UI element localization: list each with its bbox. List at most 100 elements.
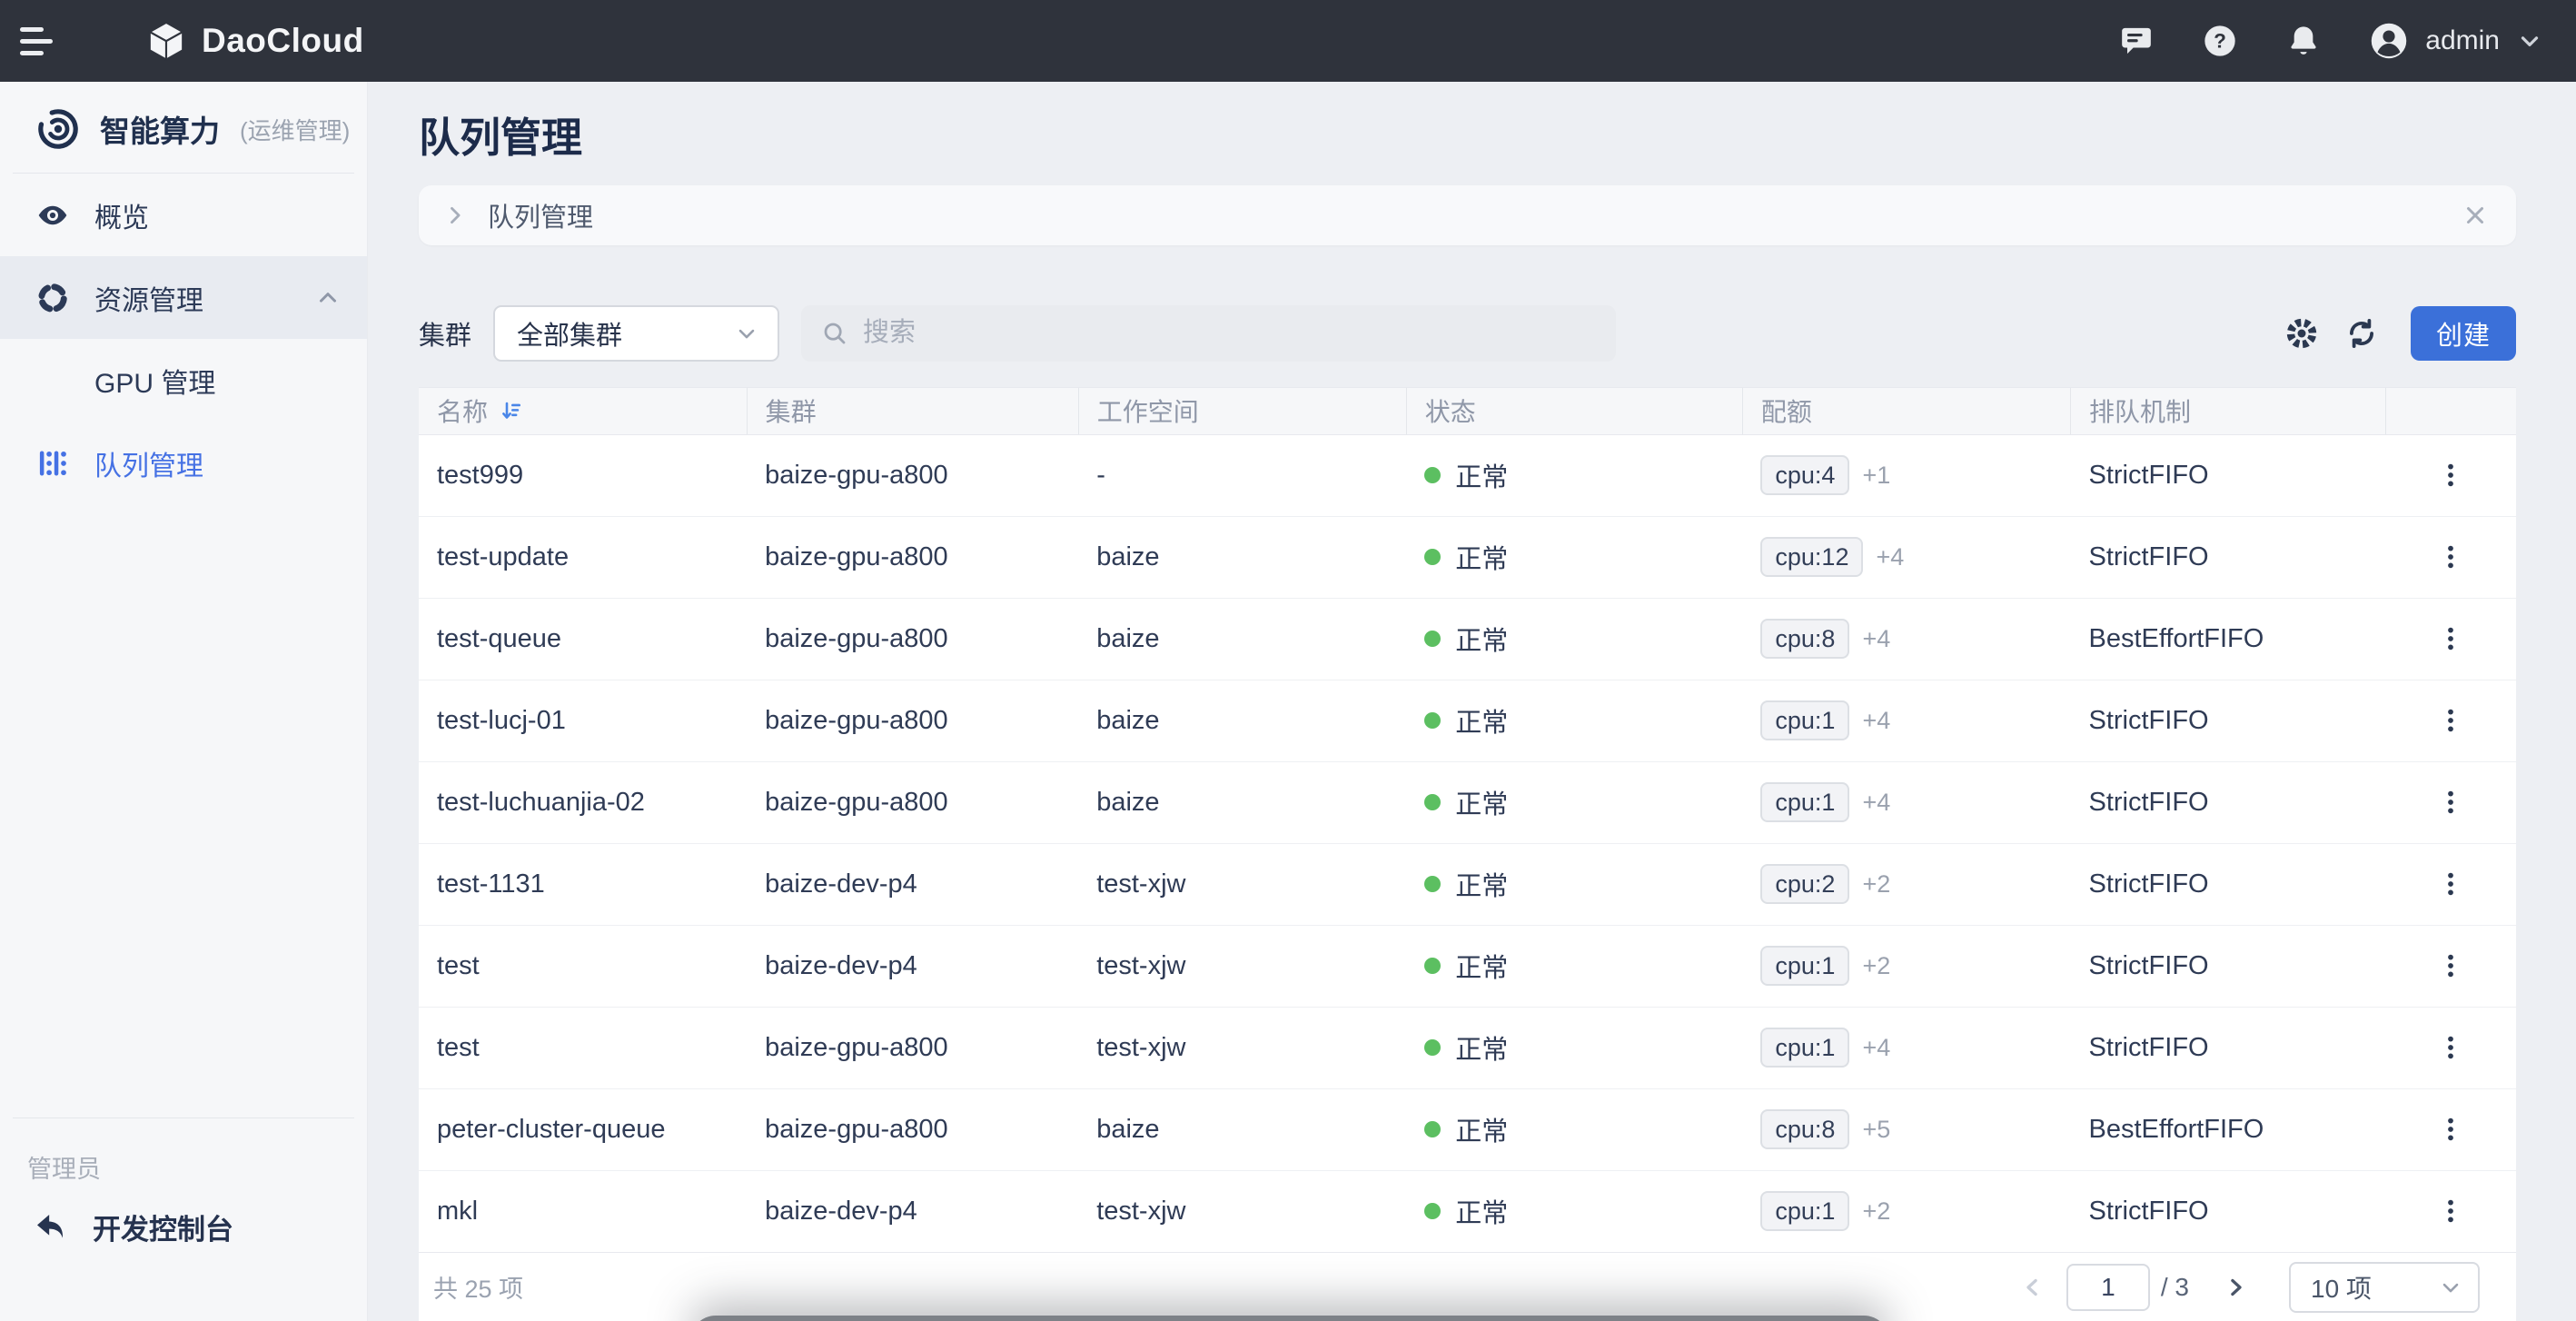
page-number-input[interactable] <box>2066 1264 2150 1311</box>
queue-name: peter-cluster-queue <box>419 1088 747 1170</box>
status-dot <box>1424 631 1441 647</box>
column-header-name[interactable]: 名称 <box>419 387 747 434</box>
menu-toggle-button[interactable] <box>20 21 67 61</box>
queue-status: 正常 <box>1406 843 1742 925</box>
quota-badge: cpu:8 <box>1760 619 1849 659</box>
queue-name: test-update <box>419 516 747 598</box>
queue-workspace: baize <box>1078 680 1406 761</box>
row-actions-button[interactable] <box>2421 780 2481 825</box>
status-text: 正常 <box>1455 783 1508 821</box>
settings-button[interactable] <box>2285 317 2318 350</box>
queue-name: test999 <box>419 434 747 516</box>
quota-badge: cpu:1 <box>1760 1028 1849 1068</box>
close-icon <box>2462 202 2489 229</box>
quota-badge: cpu:1 <box>1760 700 1849 740</box>
product-switcher[interactable]: 智能算力 (运维管理) <box>0 82 367 173</box>
queue-mechanism: BestEffortFIFO <box>2070 1088 2385 1170</box>
kebab-icon <box>2437 1034 2464 1061</box>
row-actions-button[interactable] <box>2421 943 2481 988</box>
quota-extra-count: +2 <box>1862 1197 1890 1226</box>
user-menu[interactable]: admin <box>2369 21 2543 61</box>
notifications-button[interactable] <box>2285 23 2322 59</box>
column-header-mechanism[interactable]: 排队机制 <box>2070 387 2385 434</box>
messages-button[interactable] <box>2118 23 2155 59</box>
refresh-button[interactable] <box>2345 317 2378 350</box>
breadcrumb-bar: 队列管理 <box>419 185 2516 245</box>
column-header-cluster[interactable]: 集群 <box>747 387 1078 434</box>
role-label: 管理员 <box>0 1118 367 1185</box>
column-header-actions <box>2386 387 2516 434</box>
sidebar-item-label: 概览 <box>94 195 149 235</box>
row-actions-button[interactable] <box>2421 616 2481 661</box>
table-row[interactable]: mkl baize-dev-p4 test-xjw 正常 cpu:1 +2 St… <box>419 1170 2516 1252</box>
dev-console-link[interactable]: 开发控制台 <box>0 1185 367 1268</box>
row-actions-button[interactable] <box>2421 861 2481 907</box>
refresh-icon <box>2345 317 2378 350</box>
table-row[interactable]: test-1131 baize-dev-p4 test-xjw 正常 cpu:2… <box>419 843 2516 925</box>
kebab-icon <box>2437 870 2464 898</box>
kebab-icon <box>2437 1197 2464 1225</box>
aperture-icon <box>36 282 69 314</box>
table-row[interactable]: test-luchuanjia-02 baize-gpu-a800 baize … <box>419 761 2516 843</box>
table-row[interactable]: test baize-gpu-a800 test-xjw 正常 cpu:1 +4… <box>419 1007 2516 1088</box>
column-header-quota[interactable]: 配额 <box>1742 387 2070 434</box>
chevron-up-icon <box>314 284 342 312</box>
queue-status: 正常 <box>1406 516 1742 598</box>
quota-badge: cpu:1 <box>1760 946 1849 986</box>
sidebar-item-resource-management[interactable]: 资源管理 <box>0 256 367 339</box>
chat-icon <box>2118 23 2155 59</box>
page-total: / 3 <box>2161 1273 2189 1302</box>
close-tab-button[interactable] <box>2462 202 2489 229</box>
help-button[interactable]: ? <box>2202 23 2238 59</box>
chevron-right-icon <box>2222 1274 2249 1301</box>
queue-table: 名称 集群 <box>419 387 2516 1321</box>
sidebar-item-gpu-management[interactable]: GPU 管理 <box>0 339 367 422</box>
top-navbar: DaoCloud ? <box>0 0 2576 82</box>
cluster-select-value: 全部集群 <box>517 314 734 353</box>
table-row[interactable]: test-lucj-01 baize-gpu-a800 baize 正常 cpu… <box>419 680 2516 761</box>
quota-extra-count: +2 <box>1862 952 1890 980</box>
queue-workspace: test-xjw <box>1078 1170 1406 1252</box>
row-actions-button[interactable] <box>2421 1107 2481 1152</box>
row-actions-button[interactable] <box>2421 1188 2481 1234</box>
create-button[interactable]: 创建 <box>2411 306 2516 361</box>
table-row[interactable]: test-queue baize-gpu-a800 baize 正常 cpu:8… <box>419 598 2516 680</box>
queue-quota: cpu:8 +5 <box>1742 1088 2070 1170</box>
queue-mechanism: StrictFIFO <box>2070 843 2385 925</box>
table-row[interactable]: test999 baize-gpu-a800 - 正常 cpu:4 +1 Str… <box>419 434 2516 516</box>
sidebar-item-queue-management[interactable]: 队列管理 <box>0 422 367 504</box>
queue-cluster: baize-gpu-a800 <box>747 1007 1078 1088</box>
queue-status: 正常 <box>1406 925 1742 1007</box>
breadcrumb[interactable]: 队列管理 <box>442 196 593 234</box>
row-actions-button[interactable] <box>2421 534 2481 580</box>
sort-icon[interactable] <box>499 399 523 423</box>
table-row[interactable]: test baize-dev-p4 test-xjw 正常 cpu:1 +2 S… <box>419 925 2516 1007</box>
sidebar-item-label: GPU 管理 <box>94 361 215 401</box>
prev-page-button[interactable] <box>2019 1274 2046 1301</box>
queue-quota: cpu:4 +1 <box>1742 434 2070 516</box>
page-title: 队列管理 <box>419 114 2516 162</box>
avatar-icon <box>2369 21 2409 61</box>
table-toolbar: 集群 全部集群 <box>419 305 2516 362</box>
page-size-select[interactable]: 10 项 <box>2289 1262 2480 1313</box>
quota-badge: cpu:8 <box>1760 1109 1849 1149</box>
row-actions-button[interactable] <box>2421 698 2481 743</box>
row-actions-button[interactable] <box>2421 452 2481 498</box>
column-header-workspace[interactable]: 工作空间 <box>1078 387 1406 434</box>
column-header-status[interactable]: 状态 <box>1406 387 1742 434</box>
sidebar-item-overview[interactable]: 概览 <box>0 174 367 256</box>
queue-status: 正常 <box>1406 680 1742 761</box>
next-page-button[interactable] <box>2222 1274 2249 1301</box>
brand: DaoCloud <box>145 20 364 62</box>
cluster-select[interactable]: 全部集群 <box>493 305 779 362</box>
table-row[interactable]: peter-cluster-queue baize-gpu-a800 baize… <box>419 1088 2516 1170</box>
queue-quota: cpu:1 +4 <box>1742 761 2070 843</box>
queue-mechanism: StrictFIFO <box>2070 680 2385 761</box>
row-actions-button[interactable] <box>2421 1025 2481 1070</box>
quota-badge: cpu:1 <box>1760 782 1849 822</box>
quota-extra-count: +4 <box>1862 707 1890 735</box>
queue-name: test-1131 <box>419 843 747 925</box>
queue-status: 正常 <box>1406 1088 1742 1170</box>
search-input[interactable] <box>863 318 1598 348</box>
table-row[interactable]: test-update baize-gpu-a800 baize 正常 cpu:… <box>419 516 2516 598</box>
